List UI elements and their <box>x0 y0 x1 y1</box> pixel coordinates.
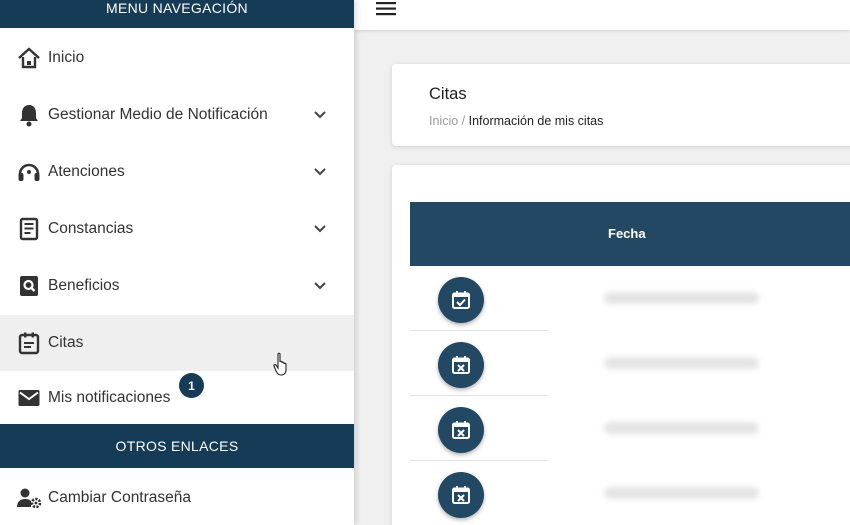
appointment-status-button[interactable] <box>438 407 484 453</box>
sidebar-item-label: Citas <box>48 334 84 351</box>
bell-icon <box>16 102 42 128</box>
blurred-date <box>604 292 759 304</box>
document-icon <box>16 216 42 242</box>
table-header: Fecha <box>410 202 850 266</box>
hamburger-menu-icon[interactable] <box>376 2 396 16</box>
breadcrumb-home[interactable]: Inicio <box>429 114 458 128</box>
breadcrumb: Inicio / Información de mis citas <box>429 114 603 128</box>
appointments-table-card: Fecha <box>392 165 850 525</box>
chevron-down-icon[interactable] <box>312 107 328 123</box>
calendar-x-icon <box>452 486 470 504</box>
sidebar-item-beneficios[interactable]: Beneficios <box>0 258 354 314</box>
calendar-icon <box>16 330 42 356</box>
notification-badge: 1 <box>179 373 204 398</box>
sidebar-item-inicio[interactable]: Inicio <box>0 30 354 86</box>
search-document-icon <box>16 273 42 299</box>
sidebar-item-constancias[interactable]: Constancias <box>0 201 354 257</box>
sidebar-item-label: Atenciones <box>48 163 125 180</box>
sidebar-item-atenciones[interactable]: Atenciones <box>0 144 354 200</box>
sidebar-item-label: Gestionar Medio de Notificación <box>48 106 268 123</box>
sidebar-nav-header: MENU NAVEGACIÓN <box>0 0 354 28</box>
blurred-date <box>604 357 759 369</box>
appointment-status-button[interactable] <box>438 472 484 518</box>
page-title: Citas <box>429 85 467 103</box>
table-row <box>410 331 850 396</box>
sidebar-item-mis-notificaciones[interactable]: Mis notificaciones <box>0 370 354 426</box>
sidebar-item-label: Cambiar Contraseña <box>48 489 192 506</box>
calendar-x-icon <box>452 356 470 374</box>
mail-icon <box>16 385 42 411</box>
calendar-check-icon <box>452 291 470 309</box>
sidebar-item-label: Constancias <box>48 220 134 237</box>
page-header-card: Citas Inicio / Información de mis citas <box>392 64 850 146</box>
chevron-down-icon[interactable] <box>312 221 328 237</box>
sidebar-item-label: Inicio <box>48 49 85 66</box>
chevron-down-icon[interactable] <box>312 278 328 294</box>
sidebar-item-label: Mis notificaciones <box>48 389 171 406</box>
appointment-status-button[interactable] <box>438 277 484 323</box>
appointment-status-button[interactable] <box>438 342 484 388</box>
column-header-fecha[interactable]: Fecha <box>608 226 646 241</box>
table-row <box>410 461 850 525</box>
table-row <box>410 266 850 331</box>
table-row <box>410 396 850 461</box>
sidebar: MENU NAVEGACIÓN Inicio Gestionar Medio d… <box>0 0 354 525</box>
breadcrumb-separator: / <box>458 114 469 128</box>
sidebar-item-label: Beneficios <box>48 277 120 294</box>
headset-icon <box>16 159 42 185</box>
user-gear-icon <box>16 485 42 511</box>
sidebar-item-notificacion[interactable]: Gestionar Medio de Notificación <box>0 87 354 143</box>
breadcrumb-current: Información de mis citas <box>468 114 604 128</box>
topbar <box>354 0 850 30</box>
home-icon <box>16 45 42 71</box>
chevron-down-icon[interactable] <box>312 164 328 180</box>
sidebar-other-header: OTROS ENLACES <box>0 424 354 468</box>
hand-cursor-icon <box>273 352 287 376</box>
blurred-date <box>604 487 759 499</box>
sidebar-item-cambiar-contrasena[interactable]: Cambiar Contraseña <box>0 470 354 525</box>
sidebar-item-citas[interactable]: Citas <box>0 315 354 371</box>
blurred-date <box>604 422 759 434</box>
calendar-x-icon <box>452 421 470 439</box>
